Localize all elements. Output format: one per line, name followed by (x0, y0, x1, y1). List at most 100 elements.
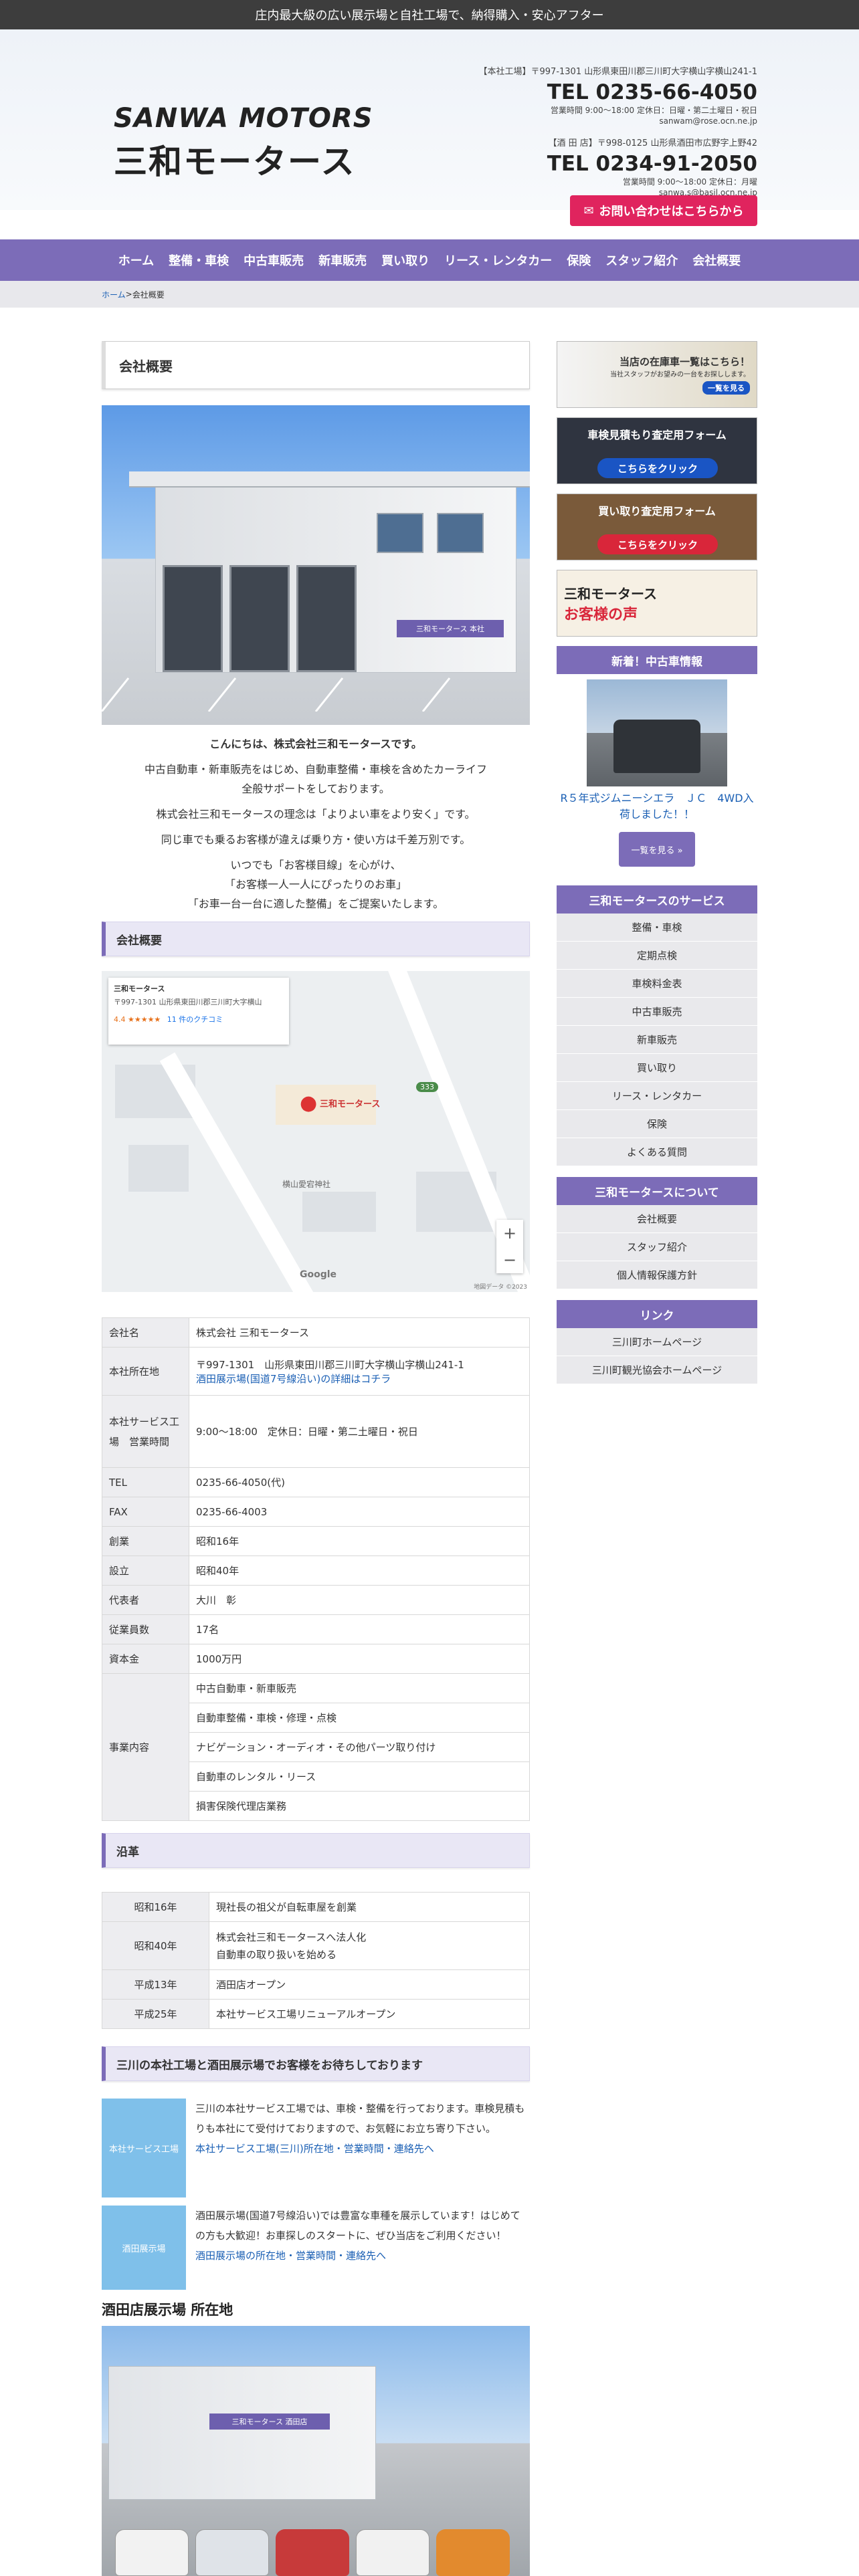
sakata-photo: 三和モータース 酒田店 (102, 2326, 530, 2576)
map-info-card[interactable]: 三和モータース 〒997-1301 山形県東田川郡三川町大字横山 4.4 ★★★… (108, 978, 289, 1045)
breadcrumb-home[interactable]: ホーム (102, 289, 126, 300)
sakata-link[interactable]: 酒田展示場の所在地・営業時間・連絡先へ (195, 2250, 386, 2262)
map-card-reviews[interactable]: 11 件のクチコミ (167, 1015, 223, 1024)
service-used-cars[interactable]: 中古車販売 (557, 998, 757, 1026)
service-faq[interactable]: よくある質問 (557, 1138, 757, 1166)
map-shrine-label: 横山愛宕神社 (282, 1180, 331, 1189)
banner-buyback-form[interactable]: 買い取り査定用フォーム こちらをクリック (557, 494, 757, 560)
link-mikawa-tourism[interactable]: 三川町観光協会ホームページ (557, 1356, 757, 1384)
nav-maintenance[interactable]: 整備・車検 (161, 251, 236, 269)
factory-text: 三川の本社サービス工場では、車検・整備を行っております。車検見積もりも本社にて受… (195, 2103, 525, 2135)
table-row: 代表者 大川 彰 (102, 1585, 530, 1615)
map-card-title: 三和モータース (114, 984, 165, 993)
service-periodic-check[interactable]: 定期点検 (557, 942, 757, 970)
promo-factory: 本社サービス工場 三川の本社サービス工場では、車検・整備を行っております。車検見… (102, 2099, 530, 2197)
map-zoom-controls: + − (496, 1220, 523, 1273)
more-button[interactable]: 一覧を見る » (619, 832, 695, 867)
links-heading: リンク (557, 1300, 757, 1328)
global-nav: ホーム 整備・車検 中古車販売 新車販売 買い取り リース・レンタカー 保険 ス… (0, 239, 859, 281)
map-attribution: 地図データ ©2023 (474, 1284, 527, 1291)
table-row: 平成25年 本社サービス工場リニューアルオープン (102, 1999, 530, 2029)
about-privacy[interactable]: 個人情報保護方針 (557, 1261, 757, 1289)
banner-inspection-form[interactable]: 車検見積もり査定用フォーム こちらをクリック (557, 417, 757, 484)
nav-used-cars[interactable]: 中古車販売 (236, 251, 311, 269)
nav-staff[interactable]: スタッフ紹介 (598, 251, 685, 269)
main-office-hours: 営業時間 9:00～18:00 定休日：日曜・第二土曜日・祝日 (550, 106, 757, 115)
about-list: 会社概要 スタッフ紹介 個人情報保護方針 (557, 1205, 757, 1289)
history-table: 昭和16年 現社長の祖父が自転車屋を創業 昭和40年 株式会社三和モータースへ法人化… (102, 1892, 530, 2029)
table-row: 事業内容 中古自動車・新車販売 (102, 1673, 530, 1821)
mail-icon: ✉ (583, 203, 594, 218)
nav-buyback[interactable]: 買い取り (374, 251, 437, 269)
nav-insurance[interactable]: 保険 (559, 251, 598, 269)
link-mikawa-town[interactable]: 三川町ホームページ (557, 1328, 757, 1356)
new-arrival-caption[interactable]: R５年式ジムニーシエラ ＪＣ 4WD入荷しました！！ (557, 790, 757, 823)
service-new-cars[interactable]: 新車販売 (557, 1026, 757, 1054)
zoom-in-icon[interactable]: + (503, 1224, 516, 1243)
greeting-p1: 中古自動車・新車販売をはじめ、自動車整備・車検を含めたカーライフ全般サポートをし… (144, 763, 487, 795)
new-arrival-photo[interactable] (587, 679, 727, 786)
table-row: 平成13年 酒田店オープン (102, 1969, 530, 2000)
service-maintenance[interactable]: 整備・車検 (557, 914, 757, 942)
banner-inventory[interactable]: 当店の在庫車一覧はこちら！ 当社スタッフがお望みの一台をお探しします。 一覧を見… (557, 341, 757, 408)
service-price-list[interactable]: 車検料金表 (557, 970, 757, 998)
sakata-text: 酒田展示場(国道7号線沿い)では豊富な車種を展示しています！はじめての方も大歓迎… (195, 2210, 520, 2242)
google-map[interactable]: 三和モータース 〒997-1301 山形県東田川郡三川町大字横山 4.4 ★★★… (102, 971, 530, 1292)
nav-home[interactable]: ホーム (111, 251, 161, 269)
page-title: 会社概要 (102, 341, 530, 389)
banner-customer-voice[interactable]: 三和モータース お客様の声 (557, 570, 757, 637)
factory-thumbnail[interactable]: 本社サービス工場 (102, 2099, 186, 2197)
table-row: 本社サービス工場 営業時間 9:00～18:00 定休日：日曜・第二土曜日・祝日 (102, 1395, 530, 1468)
click-here-button: こちらをクリック (597, 458, 718, 478)
zoom-out-icon[interactable]: − (503, 1251, 516, 1269)
service-insurance[interactable]: 保険 (557, 1110, 757, 1138)
section-history-heading: 沿革 (102, 1833, 530, 1868)
table-row: 創業 昭和16年 (102, 1526, 530, 1556)
click-here-button: こちらをクリック (597, 534, 718, 554)
site-logo[interactable]: SANWA MOTORS 三和モータース (114, 103, 373, 183)
sakata-tel[interactable]: TEL 0234-91-2050 (479, 151, 757, 177)
main-office-mail[interactable]: sanwam@rose.ocn.ne.jp (479, 116, 757, 126)
nav-new-cars[interactable]: 新車販売 (311, 251, 374, 269)
building-illustration: 三和モータース 本社 (129, 471, 530, 673)
google-logo: Google (300, 1269, 337, 1280)
promo-sakata: 酒田展示場 酒田展示場(国道7号線沿い)では豊富な車種を展示しています！はじめて… (102, 2206, 530, 2290)
main-office-tel[interactable]: TEL 0235-66-4050 (479, 80, 757, 105)
nav-lease[interactable]: リース・レンタカー (437, 251, 559, 269)
main-office-address: 【本社工場】〒997-1301 山形県東田川郡三川町大字横山字横山241-1 (478, 67, 758, 77)
about-staff[interactable]: スタッフ紹介 (557, 1233, 757, 1261)
breadcrumb: ホーム > 会社概要 (0, 281, 859, 308)
contact-button[interactable]: ✉ お問い合わせはこちらから (570, 195, 757, 226)
greeting-headline: こんにちは、株式会社三和モータースです。 (209, 738, 422, 750)
table-row: 資本金 1000万円 (102, 1644, 530, 1674)
new-arrival-item[interactable]: R５年式ジムニーシエラ ＪＣ 4WD入荷しました！！ (557, 679, 757, 823)
greeting-p4c: 「お車一台一台に適した整備」をご提案いたします。 (187, 897, 444, 910)
header-contact-info: 【本社工場】〒997-1301 山形県東田川郡三川町大字横山字横山241-1 T… (479, 64, 758, 198)
main-column: 会社概要 三和モータース 本社 こんにちは、株式会社三和モータースです。 中古自… (102, 341, 530, 2576)
service-lease[interactable]: リース・レンタカー (557, 1082, 757, 1110)
table-row: 昭和16年 現社長の祖父が自転車屋を創業 (102, 1892, 530, 1922)
table-row: 従業員数 17名 (102, 1614, 530, 1644)
table-row: 設立 昭和40年 (102, 1555, 530, 1586)
map-card-rating: 4.4 ★★★★★ (114, 1015, 161, 1024)
company-table: 会社名 株式会社 三和モータース 本社所在地 〒997-1301 山形県東田川郡三川… (102, 1317, 530, 1821)
greeting-p3: 同じ車でも乗るお客様が違えば乗り方・使い方は千差万別です。 (161, 833, 471, 846)
table-row: FAX 0235-66-4003 (102, 1497, 530, 1527)
sakata-detail-link[interactable]: 酒田展示場(国道7号線沿い)の詳細はコチラ (196, 1373, 391, 1385)
logo-japanese: 三和モータース (114, 142, 356, 181)
table-row: 本社所在地 〒997-1301 山形県東田川郡三川町大字横山字横山241-1 酒田展… (102, 1347, 530, 1396)
nav-company[interactable]: 会社概要 (685, 251, 748, 269)
greeting-p4a: いつでも「お客様目線」を心がけ、 (230, 859, 401, 871)
map-pin-icon[interactable]: ● (300, 1091, 317, 1115)
sakata-building: 三和モータース 酒田店 (108, 2366, 376, 2500)
map-card-address: 〒997-1301 山形県東田川郡三川町大字横山 (114, 998, 262, 1006)
about-company[interactable]: 会社概要 (557, 1205, 757, 1233)
factory-link[interactable]: 本社サービス工場(三川)所在地・営業時間・連絡先へ (195, 2143, 434, 2155)
table-row: TEL 0235-66-4050(代) (102, 1467, 530, 1497)
breadcrumb-separator: > (125, 290, 132, 299)
sakata-thumbnail[interactable]: 酒田展示場 (102, 2206, 186, 2290)
services-list: 整備・車検 定期点検 車検料金表 中古車販売 新車販売 買い取り リース・レンタ… (557, 914, 757, 1166)
section-company-heading: 会社概要 (102, 922, 530, 956)
service-buyback[interactable]: 買い取り (557, 1054, 757, 1082)
new-arrivals-heading: 新着！中古車情報 (557, 646, 757, 674)
